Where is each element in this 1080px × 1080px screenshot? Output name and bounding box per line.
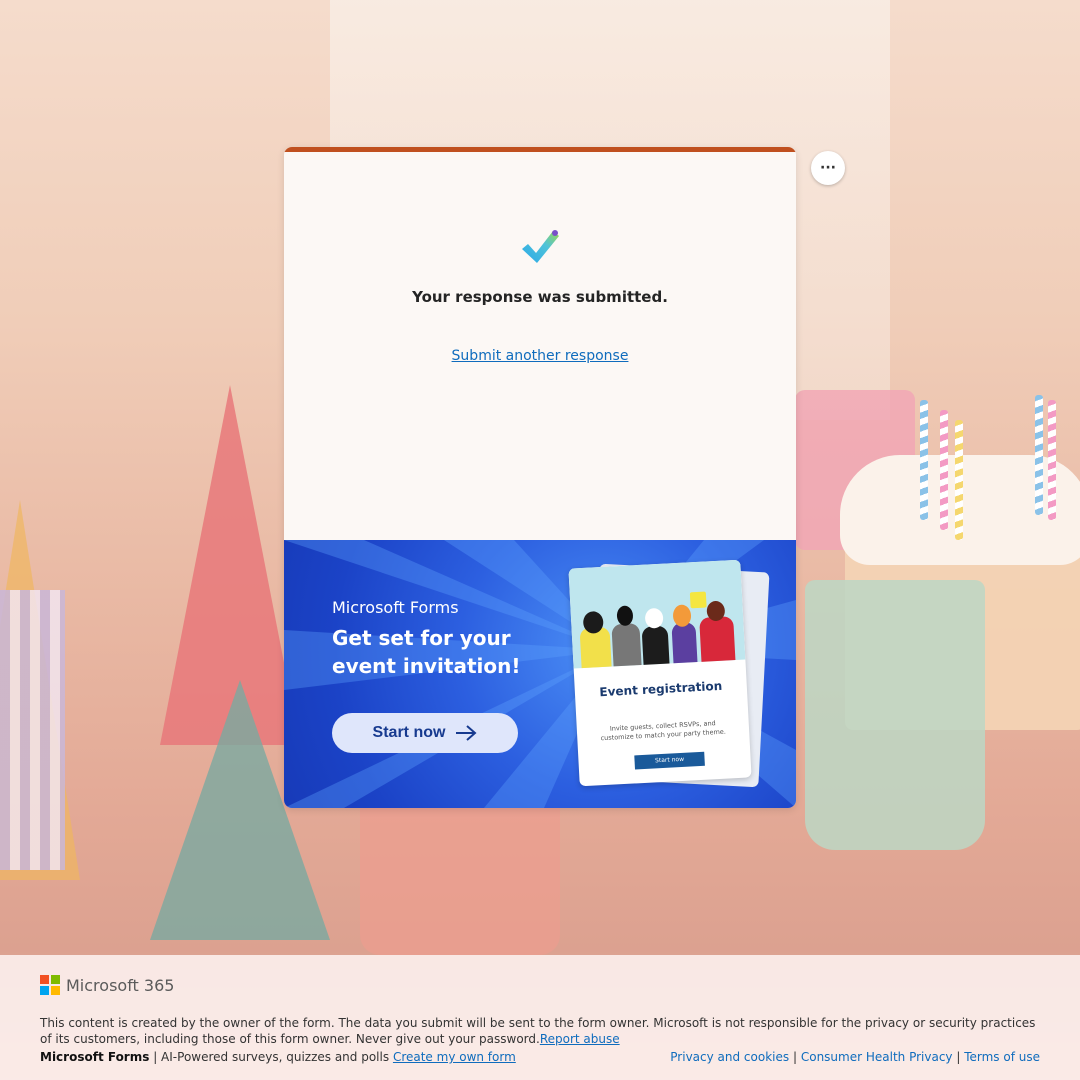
footer-product-info: Microsoft Forms | AI-Powered surveys, qu… bbox=[40, 1050, 516, 1064]
event-registration-preview: Event registration Invite guests, collec… bbox=[568, 559, 752, 787]
more-options-button[interactable]: ··· bbox=[811, 151, 845, 185]
candle bbox=[920, 400, 928, 520]
footer-legal-links: Privacy and cookies | Consumer Health Pr… bbox=[670, 1050, 1040, 1064]
candle bbox=[955, 420, 963, 540]
mock-subtitle: Invite guests, collect RSVPs, and custom… bbox=[600, 719, 727, 743]
candle bbox=[1048, 400, 1056, 520]
report-abuse-link[interactable]: Report abuse bbox=[540, 1032, 620, 1046]
product-tagline: | AI-Powered surveys, quizzes and polls bbox=[153, 1050, 390, 1064]
separator: | bbox=[792, 1050, 798, 1064]
response-card: Your response was submitted. Submit anot… bbox=[284, 147, 796, 808]
promo-brand: Microsoft Forms bbox=[332, 598, 459, 617]
mock-title: Event registration bbox=[599, 678, 723, 700]
submit-another-link[interactable]: Submit another response bbox=[284, 348, 796, 364]
people-illustration bbox=[568, 559, 746, 669]
footer: Microsoft 365 This content is created by… bbox=[0, 955, 1080, 1080]
microsoft-logo-icon bbox=[40, 975, 60, 995]
product-name: Microsoft Forms bbox=[40, 1050, 150, 1064]
candle bbox=[940, 410, 948, 530]
create-form-link[interactable]: Create my own form bbox=[393, 1050, 516, 1064]
checkmark-icon bbox=[522, 230, 559, 263]
gift-box-striped bbox=[0, 590, 65, 870]
start-now-label: Start now bbox=[372, 724, 446, 741]
mock-start-button: Start now bbox=[634, 751, 705, 770]
promo-banner: Microsoft Forms Get set for your event i… bbox=[284, 540, 796, 808]
candle bbox=[1035, 395, 1043, 515]
disclaimer-body: This content is created by the owner of … bbox=[40, 1016, 1036, 1046]
ellipsis-icon: ··· bbox=[820, 160, 836, 176]
disclaimer-text: This content is created by the owner of … bbox=[40, 1015, 1040, 1047]
health-privacy-link[interactable]: Consumer Health Privacy bbox=[801, 1050, 953, 1064]
microsoft-365-logo: Microsoft 365 bbox=[40, 975, 174, 995]
privacy-link[interactable]: Privacy and cookies bbox=[670, 1050, 789, 1064]
arrow-right-icon bbox=[456, 725, 477, 741]
start-now-button[interactable]: Start now bbox=[332, 713, 518, 753]
cup-green bbox=[805, 580, 985, 850]
accent-bar bbox=[284, 147, 796, 152]
terms-link[interactable]: Terms of use bbox=[964, 1050, 1040, 1064]
promo-headline: Get set for your event invitation! bbox=[332, 626, 521, 678]
separator: | bbox=[956, 1050, 961, 1064]
submitted-message: Your response was submitted. bbox=[412, 288, 668, 306]
logo-text: Microsoft 365 bbox=[66, 975, 175, 995]
